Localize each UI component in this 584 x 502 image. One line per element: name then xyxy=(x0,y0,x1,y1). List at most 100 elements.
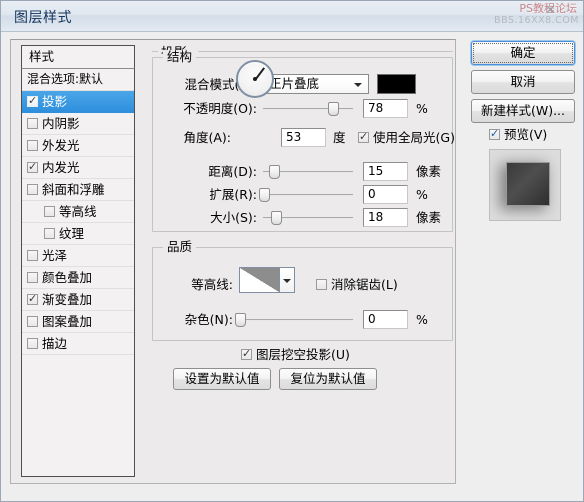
close-icon[interactable]: ✕ xyxy=(542,3,559,18)
use-global-light-label: 使用全局光(G) xyxy=(373,130,455,145)
size-slider[interactable] xyxy=(263,210,353,226)
distance-slider[interactable] xyxy=(263,164,353,180)
new-style-button-label: 新建样式(W)... xyxy=(480,103,566,118)
cancel-button[interactable]: 取消 xyxy=(471,70,575,94)
list-item-label: 纹理 xyxy=(59,226,85,241)
opacity-slider-knob[interactable] xyxy=(328,102,339,116)
angle-label: 角度(A): xyxy=(183,130,231,145)
opacity-slider-track xyxy=(263,108,353,110)
noise-input[interactable]: 0 xyxy=(363,310,408,329)
ok-button[interactable]: 确定 xyxy=(471,41,575,65)
preview-check-icon xyxy=(489,127,500,140)
spread-input[interactable]: 0 xyxy=(363,185,408,204)
distance-unit: 像素 xyxy=(416,164,442,179)
list-item-label: 图案叠加 xyxy=(42,314,93,329)
list-item[interactable]: 渐变叠加 xyxy=(22,289,134,311)
list-item[interactable]: 斜面和浮雕 xyxy=(22,179,134,201)
spread-slider-track xyxy=(263,194,353,196)
list-item[interactable]: 纹理 xyxy=(22,223,134,245)
antialias-check-icon xyxy=(316,279,327,290)
dialog-body: 样式 混合选项:默认 投影内阴影外发光内发光斜面和浮雕等高线纹理光泽颜色叠加渐变… xyxy=(10,39,456,484)
watermark-line-1: PS教程论坛 xyxy=(519,2,577,15)
reset-default-button[interactable]: 复位为默认值 xyxy=(279,368,377,390)
preview-label: 预览(V) xyxy=(504,127,548,142)
list-item-label: 颜色叠加 xyxy=(42,270,93,285)
list-item-label: 描边 xyxy=(42,336,68,351)
list-item[interactable]: 图案叠加 xyxy=(22,311,134,333)
style-enable-check-icon[interactable] xyxy=(27,94,38,107)
contour-preview[interactable] xyxy=(239,267,280,293)
title-bar[interactable]: 图层样式 PS教程论坛 BBS.16XX8.COM ✕ xyxy=(1,1,583,32)
opacity-input[interactable]: 78 xyxy=(363,99,408,118)
list-item[interactable]: 内阴影 xyxy=(22,113,134,135)
size-input[interactable]: 18 xyxy=(363,208,408,227)
preview-checkbox[interactable]: 预览(V) xyxy=(489,127,547,143)
distance-input[interactable]: 15 xyxy=(363,162,408,181)
quality-group-title: 品质 xyxy=(163,240,197,254)
angle-input[interactable]: 53 xyxy=(281,128,326,147)
style-enable-check-icon[interactable] xyxy=(44,206,55,217)
noise-slider-knob[interactable] xyxy=(235,313,246,327)
noise-label: 杂色(N): xyxy=(184,312,233,327)
section-rule-right xyxy=(198,51,453,52)
window-title: 图层样式 xyxy=(14,10,72,26)
list-item[interactable]: 颜色叠加 xyxy=(22,267,134,289)
distance-label: 距离(D): xyxy=(208,164,257,179)
contour-curve-icon xyxy=(240,268,279,292)
style-enable-check-icon[interactable] xyxy=(27,118,38,129)
noise-slider[interactable] xyxy=(235,312,353,328)
angle-dial[interactable] xyxy=(236,60,274,98)
style-enable-check-icon[interactable] xyxy=(27,272,38,283)
style-enable-check-icon[interactable] xyxy=(27,338,38,349)
style-enable-check-icon[interactable] xyxy=(27,292,38,305)
list-item[interactable]: 内发光 xyxy=(22,157,134,179)
list-item-label: 光泽 xyxy=(42,248,68,263)
list-item[interactable]: 光泽 xyxy=(22,245,134,267)
antialias-label: 消除锯齿(L) xyxy=(331,277,398,292)
distance-slider-knob[interactable] xyxy=(269,165,280,179)
style-enable-check-icon[interactable] xyxy=(27,316,38,327)
spread-slider[interactable] xyxy=(259,187,353,203)
contour-label: 等高线: xyxy=(191,277,233,292)
list-item-label: 投影 xyxy=(42,94,68,109)
structure-group-title: 结构 xyxy=(163,50,197,64)
site-watermark: PS教程论坛 BBS.16XX8.COM ✕ xyxy=(483,2,581,29)
blend-mode-select[interactable]: 正片叠底 xyxy=(263,74,369,94)
style-enable-check-icon[interactable] xyxy=(27,160,38,173)
spread-slider-knob[interactable] xyxy=(259,188,270,202)
new-style-button[interactable]: 新建样式(W)... xyxy=(471,99,575,123)
focus-ring xyxy=(473,43,573,63)
angle-unit: 度 xyxy=(333,130,346,145)
list-item-blending-options[interactable]: 混合选项:默认 xyxy=(22,69,134,91)
style-enable-check-icon[interactable] xyxy=(27,140,38,151)
section-rule-left xyxy=(152,51,158,52)
structure-group: 结构 混合模式(B): 正片叠底 不透明度(O): 78 % 角度(A): 53… xyxy=(152,50,455,232)
spread-unit: % xyxy=(416,187,428,202)
style-enable-check-icon[interactable] xyxy=(27,250,38,261)
styles-list[interactable]: 混合选项:默认 投影内阴影外发光内发光斜面和浮雕等高线纹理光泽颜色叠加渐变叠加图… xyxy=(21,68,135,477)
style-enable-check-icon[interactable] xyxy=(27,184,38,195)
list-item-label: 斜面和浮雕 xyxy=(42,182,105,197)
opacity-slider[interactable] xyxy=(263,101,353,117)
list-item-label: 内阴影 xyxy=(42,116,80,131)
antialias-checkbox[interactable]: 消除锯齿(L) xyxy=(316,275,398,294)
opacity-label: 不透明度(O): xyxy=(183,101,257,116)
angle-dial-center xyxy=(253,77,257,81)
list-item-label: 外发光 xyxy=(42,138,80,153)
shadow-color-swatch[interactable] xyxy=(377,74,416,94)
use-global-light-checkbox[interactable]: 使用全局光(G) xyxy=(358,128,455,147)
list-item[interactable]: 投影 xyxy=(22,91,134,113)
chevron-down-icon xyxy=(283,279,291,283)
use-global-light-check-icon xyxy=(358,130,369,143)
cancel-button-label: 取消 xyxy=(510,74,536,89)
size-unit: 像素 xyxy=(416,210,442,225)
size-slider-knob[interactable] xyxy=(271,211,282,225)
list-item[interactable]: 描边 xyxy=(22,333,134,355)
style-preview-thumbnail xyxy=(489,149,561,221)
layer-knocks-out-checkbox[interactable]: 图层挖空投影(U) xyxy=(241,345,350,364)
make-default-button[interactable]: 设置为默认值 xyxy=(173,368,271,390)
list-item[interactable]: 等高线 xyxy=(22,201,134,223)
contour-dropdown-button[interactable] xyxy=(280,267,295,293)
style-enable-check-icon[interactable] xyxy=(44,228,55,239)
list-item[interactable]: 外发光 xyxy=(22,135,134,157)
